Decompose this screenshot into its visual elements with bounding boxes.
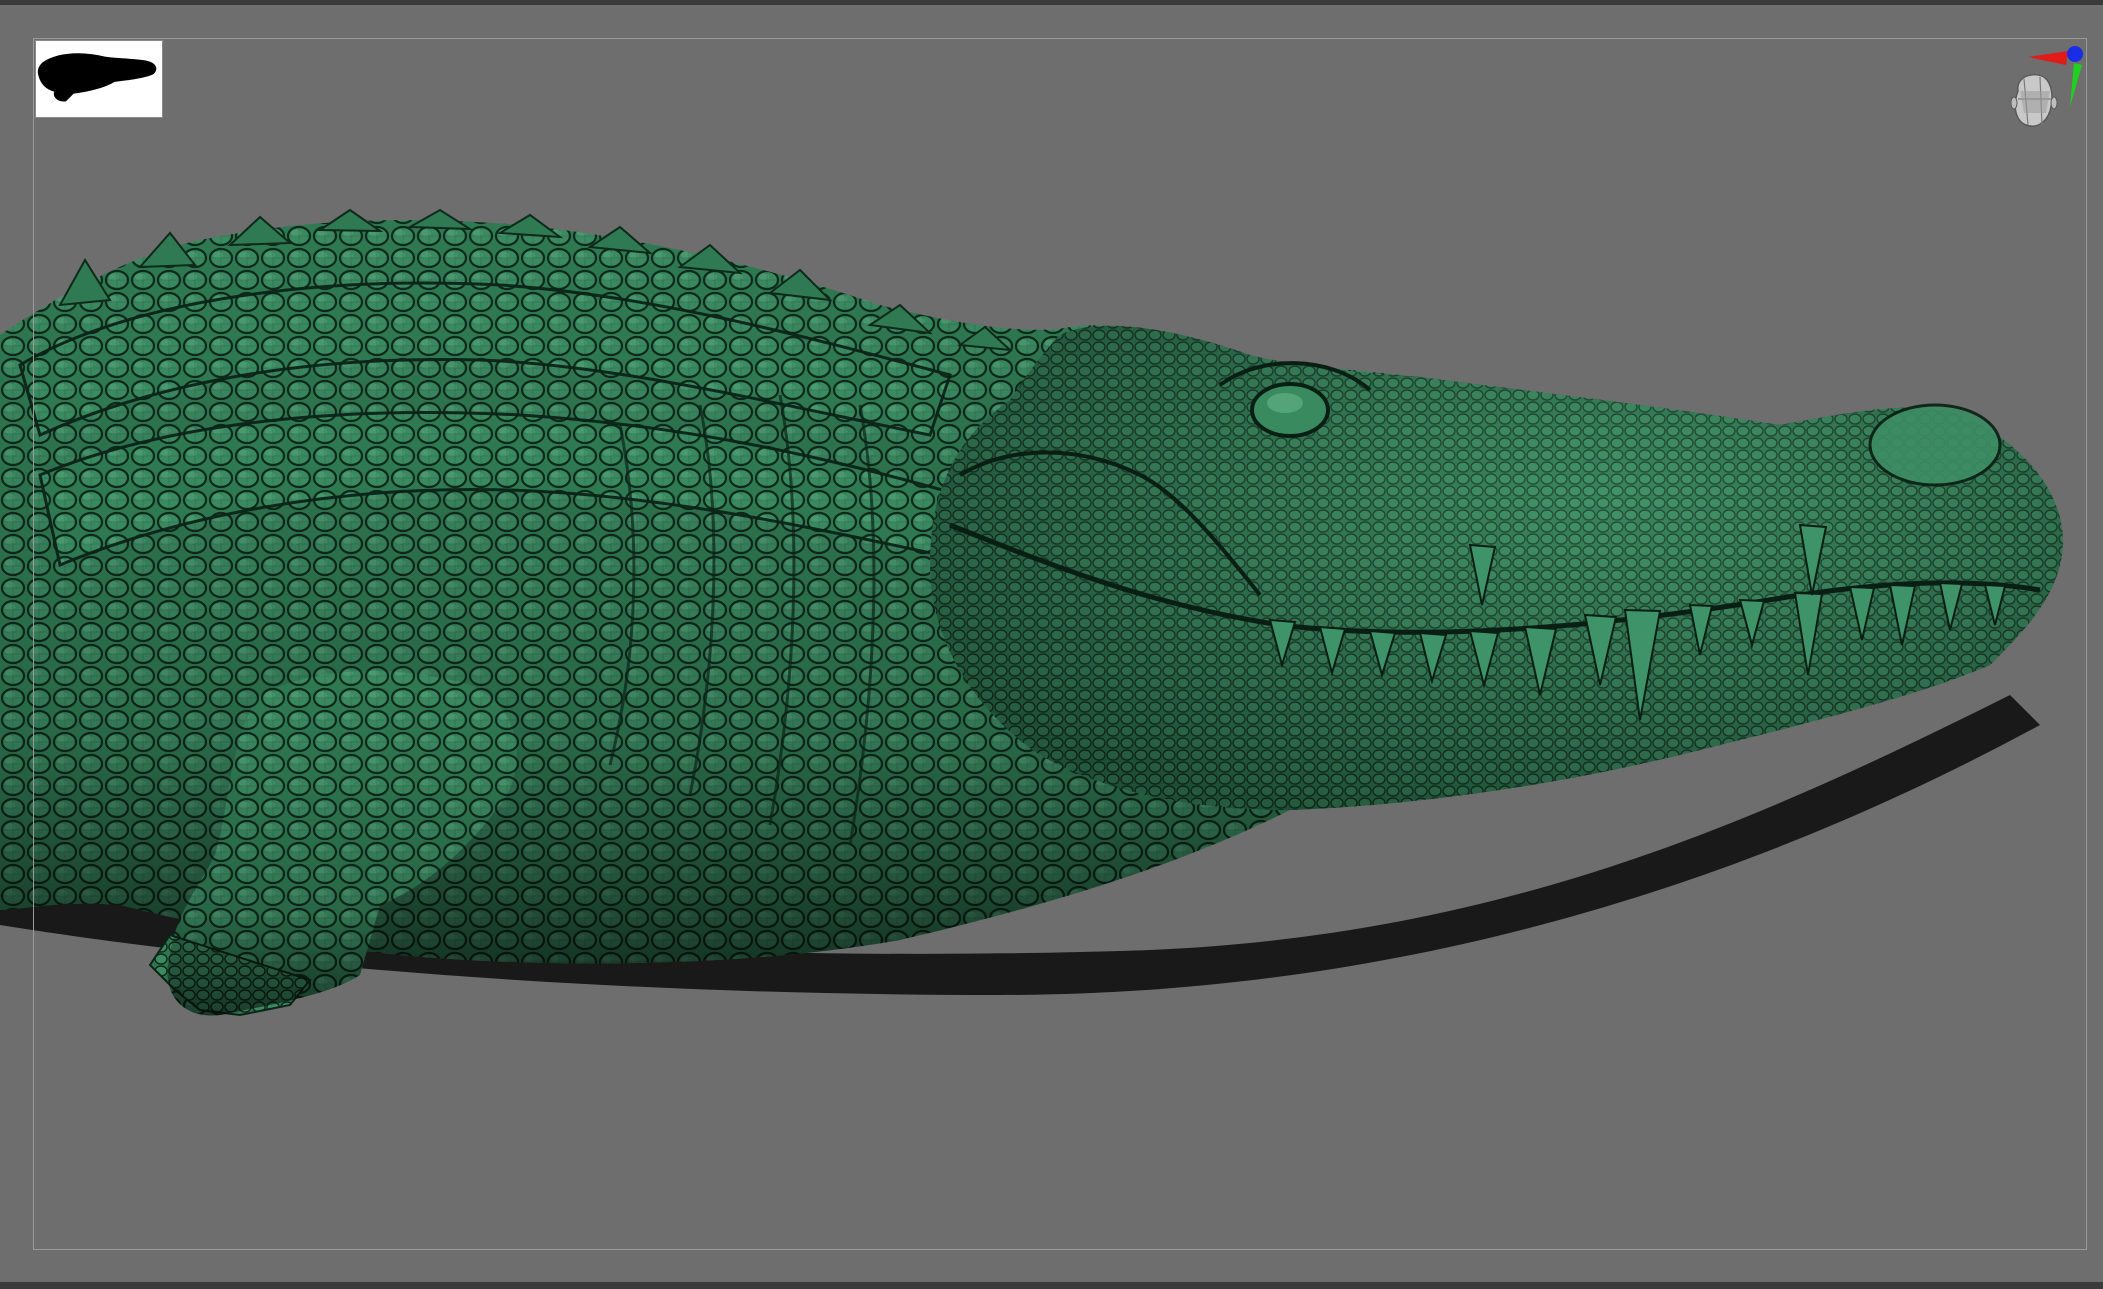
crocodile-model[interactable] bbox=[0, 5, 2103, 1282]
axis-gizmo-icon bbox=[2010, 46, 2083, 127]
x-axis-arrow bbox=[2028, 51, 2068, 65]
axis-gizmo[interactable] bbox=[1980, 37, 2090, 157]
y-axis-arrow bbox=[2070, 63, 2082, 107]
document-canvas[interactable] bbox=[0, 5, 2103, 1282]
z-axis-dot bbox=[2067, 46, 2083, 62]
orientation-head-icon bbox=[2010, 73, 2058, 127]
crocodile-head bbox=[930, 325, 2063, 810]
navigator-thumbnail[interactable] bbox=[35, 40, 163, 118]
navigator-thumbnail-icon bbox=[36, 41, 162, 117]
bottom-strip bbox=[0, 1282, 2103, 1289]
